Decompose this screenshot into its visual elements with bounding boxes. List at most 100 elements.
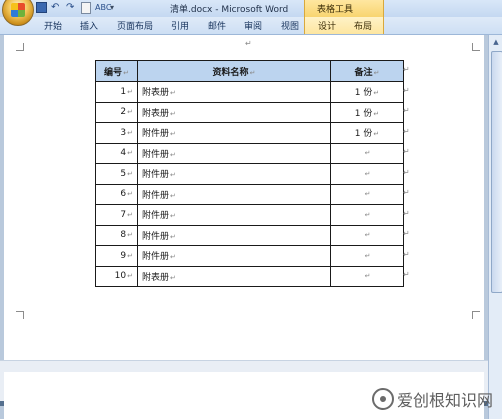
cell-number[interactable]: 1↵: [95, 81, 138, 103]
cell-mark: ↵: [364, 231, 371, 240]
spelling-icon[interactable]: ABC: [95, 2, 111, 13]
cell-mark: ↵: [170, 212, 176, 221]
quick-access-toolbar: ↶ ↷ ABC ▾: [36, 2, 121, 15]
tab-references[interactable]: 引用: [171, 19, 189, 32]
cell-note[interactable]: ↵: [330, 265, 404, 287]
cell-name[interactable]: 附表册↵: [137, 81, 331, 103]
cell-name[interactable]: 附件册↵: [137, 204, 331, 226]
cell-number[interactable]: 4↵: [95, 142, 138, 164]
row-end-mark: ↵: [403, 106, 410, 115]
row-note: 1 份: [354, 108, 373, 119]
row-end-mark: ↵: [403, 188, 410, 197]
table-row: 7↵ 附件册↵ ↵: [95, 204, 404, 226]
row-end-mark: ↵: [403, 127, 410, 136]
cell-name[interactable]: 附件册↵: [137, 142, 331, 164]
cell-mark: ↵: [364, 272, 371, 281]
inventory-table[interactable]: 编号↵ 资料名称↵ 备注↵ 1↵ 附表册↵ 1 份↵ 2↵ 附表册↵ 1 份↵ …: [95, 60, 404, 287]
cell-note[interactable]: ↵: [330, 142, 404, 164]
row-end-mark: ↵: [403, 65, 410, 74]
scroll-up-icon[interactable]: ▲: [491, 37, 501, 47]
title-bar: ↶ ↷ ABC ▾ 清单.docx - Microsoft Word 表格工具: [0, 0, 502, 26]
scrollbar-thumb[interactable]: [491, 51, 502, 293]
cell-note[interactable]: ↵: [330, 245, 404, 267]
cell-mark: ↵: [127, 108, 133, 117]
cell-mark: ↵: [127, 210, 133, 219]
cell-note[interactable]: 1 份↵: [330, 122, 404, 144]
watermark-logo-icon: [372, 388, 394, 410]
row-end-mark: ↵: [403, 168, 410, 177]
cell-number[interactable]: 2↵: [95, 101, 138, 123]
table-row: 2↵ 附表册↵ 1 份↵: [95, 101, 404, 123]
row-end-mark: ↵: [403, 229, 410, 238]
save-icon[interactable]: [36, 2, 47, 13]
row-name: 附件册: [142, 170, 170, 181]
cell-mark: ↵: [123, 68, 129, 77]
customize-icon[interactable]: ▾: [110, 2, 121, 13]
window-title: 清单.docx - Microsoft Word: [170, 5, 289, 15]
margin-corner-mark: [16, 43, 24, 51]
document-page[interactable]: ↵ 编号↵ 资料名称↵ 备注↵ 1↵ 附表册↵ 1 份↵ 2↵ 附表册↵ 1 份…: [4, 35, 484, 360]
cell-name[interactable]: 附表册↵: [137, 101, 331, 123]
cell-mark: ↵: [170, 130, 176, 139]
tab-design[interactable]: 设计: [318, 19, 336, 32]
cell-name[interactable]: 附件册↵: [137, 183, 331, 205]
cell-mark: ↵: [373, 130, 380, 139]
cell-number[interactable]: 8↵: [95, 224, 138, 246]
row-number: 4: [120, 148, 127, 159]
cell-name[interactable]: 附件册↵: [137, 245, 331, 267]
tab-insert[interactable]: 插入: [80, 19, 98, 32]
cell-note[interactable]: ↵: [330, 183, 404, 205]
row-name: 附件册: [142, 129, 170, 140]
table-row: 10↵ 附表册↵ ↵: [95, 265, 404, 287]
cell-number[interactable]: 3↵: [95, 122, 138, 144]
cell-name[interactable]: 附表册↵: [137, 265, 331, 287]
header-cell-note[interactable]: 备注↵: [330, 60, 404, 82]
row-end-mark: ↵: [403, 270, 410, 279]
vertical-scrollbar[interactable]: ▲: [488, 35, 502, 419]
row-end-mark: ↵: [403, 209, 410, 218]
cell-name[interactable]: 附件册↵: [137, 163, 331, 185]
cell-note[interactable]: ↵: [330, 163, 404, 185]
redo-icon[interactable]: ↷: [66, 2, 77, 13]
tab-home[interactable]: 开始: [44, 19, 62, 32]
table-row: 5↵ 附件册↵ ↵: [95, 163, 404, 185]
print-preview-icon[interactable]: [81, 2, 91, 14]
document-area: ↵ 编号↵ 资料名称↵ 备注↵ 1↵ 附表册↵ 1 份↵ 2↵ 附表册↵ 1 份…: [0, 35, 488, 419]
cell-mark: ↵: [170, 171, 176, 180]
tab-page-layout[interactable]: 页面布局: [117, 19, 153, 32]
cell-number[interactable]: 9↵: [95, 245, 138, 267]
cell-mark: ↵: [127, 128, 133, 137]
header-cell-number[interactable]: 编号↵: [95, 60, 138, 82]
tab-layout[interactable]: 布局: [354, 19, 372, 32]
cell-note[interactable]: ↵: [330, 224, 404, 246]
row-number: 8: [120, 230, 127, 241]
cell-mark: ↵: [127, 149, 133, 158]
cell-name[interactable]: 附件册↵: [137, 224, 331, 246]
watermark: 爱创根知识网: [372, 388, 493, 410]
cell-mark: ↵: [364, 190, 371, 199]
undo-icon[interactable]: ↶: [51, 2, 62, 13]
table-tools-label: 表格工具: [317, 5, 354, 15]
tab-view[interactable]: 视图: [281, 19, 299, 32]
cell-number[interactable]: 5↵: [95, 163, 138, 185]
cell-note[interactable]: 1 份↵: [330, 101, 404, 123]
cell-number[interactable]: 6↵: [95, 183, 138, 205]
office-logo-icon: [11, 3, 25, 17]
cell-number[interactable]: 7↵: [95, 204, 138, 226]
table-row: 8↵ 附件册↵ ↵: [95, 224, 404, 246]
cell-name[interactable]: 附件册↵: [137, 122, 331, 144]
cell-number[interactable]: 10↵: [95, 265, 138, 287]
header-number: 编号: [104, 67, 123, 78]
tab-mailings[interactable]: 邮件: [208, 19, 226, 32]
cell-mark: ↵: [170, 232, 176, 241]
row-number: 3: [120, 127, 127, 138]
tab-review[interactable]: 审阅: [244, 19, 262, 32]
cell-mark: ↵: [170, 273, 176, 282]
row-name: 附表册: [142, 108, 170, 119]
cell-mark: ↵: [364, 169, 371, 178]
row-number: 5: [120, 168, 127, 179]
row-name: 附表册: [142, 88, 170, 99]
header-cell-name[interactable]: 资料名称↵: [137, 60, 331, 82]
cell-note[interactable]: 1 份↵: [330, 81, 404, 103]
cell-note[interactable]: ↵: [330, 204, 404, 226]
